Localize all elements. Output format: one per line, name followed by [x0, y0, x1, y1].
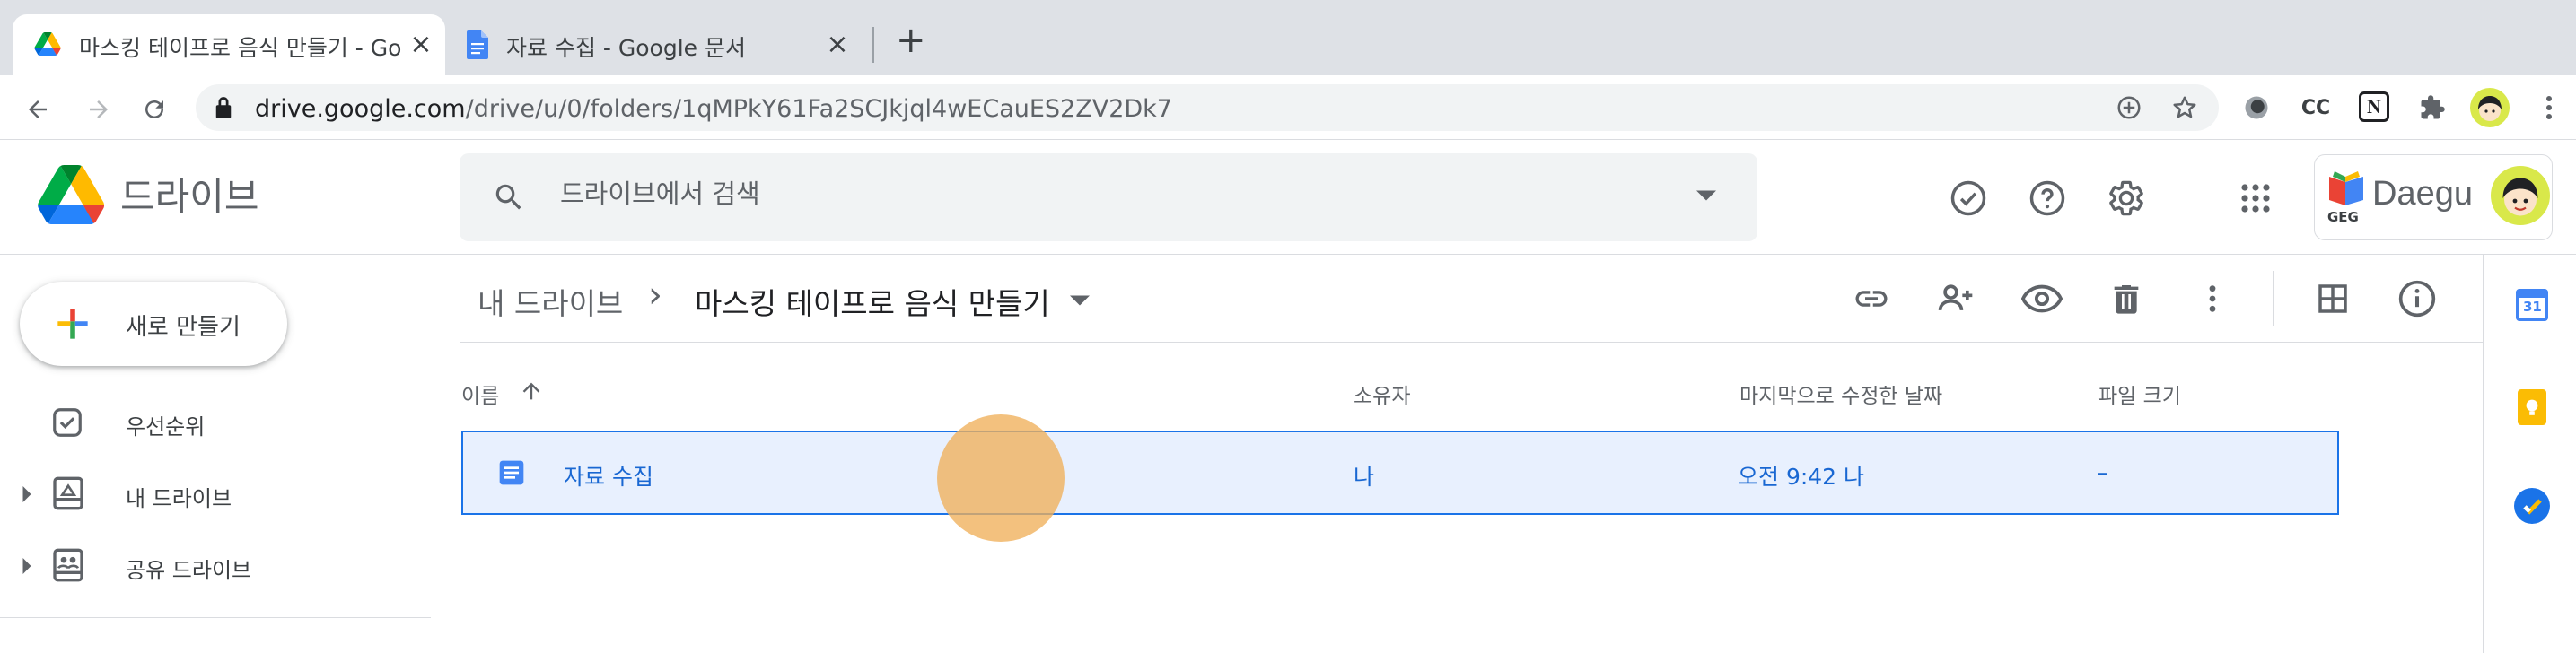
breadcrumb-root[interactable]: 내 드라이브: [478, 280, 623, 323]
drive-header: 드라이브 GEG Daegu: [0, 140, 2576, 255]
sidebar-item-label: 내 드라이브: [126, 486, 232, 511]
cursor-highlight: [937, 414, 1065, 542]
google-apps-grid-icon[interactable]: [2233, 176, 2278, 221]
shared-drives-icon: [50, 547, 86, 583]
file-name[interactable]: 자료 수집: [564, 459, 653, 492]
search-options-icon[interactable]: [1696, 189, 1716, 202]
calendar-day: 31: [2523, 299, 2542, 315]
google-docs-icon: [497, 457, 526, 488]
trash-icon[interactable]: [2104, 276, 2149, 321]
sidebar-item-label: 우선순위: [126, 414, 206, 440]
account-chip[interactable]: GEG Daegu: [2314, 154, 2553, 240]
browser-toolbar: drive.google.com/drive/u/0/folders/1qMPk…: [0, 75, 2576, 140]
search-input[interactable]: [560, 178, 1637, 209]
google-drive-logo[interactable]: [38, 165, 104, 224]
url-path: /drive/u/0/folders/1qMPkY61Fa2SCJkjql4wE…: [465, 95, 1172, 123]
file-list-header: 이름 소유자 마지막으로 수정한 날짜 파일 크기: [460, 359, 2484, 422]
sidebar-item-my-drive[interactable]: 내 드라이브: [0, 461, 422, 526]
sidebar-item-priority[interactable]: 우선순위: [0, 389, 422, 454]
extension-circle-icon[interactable]: [2239, 90, 2274, 126]
file-owner: 나: [1354, 464, 1375, 490]
column-header-name[interactable]: 이름: [461, 379, 499, 409]
close-tab-icon[interactable]: ×: [407, 29, 434, 60]
plus-icon: [50, 301, 95, 346]
breadcrumb: 내 드라이브 › 마스킹 테이프로 음식 만들기: [460, 255, 2484, 343]
browser-tab-strip: 마스킹 테이프로 음식 만들기 - Goog × 자료 수집 - Google …: [0, 0, 2576, 75]
google-docs-icon: [467, 30, 488, 59]
address-bar[interactable]: drive.google.com/drive/u/0/folders/1qMPk…: [196, 84, 2219, 131]
google-keep-icon[interactable]: [2518, 389, 2546, 425]
settings-gear-icon[interactable]: [2104, 176, 2149, 221]
back-icon[interactable]: [20, 91, 56, 127]
google-calendar-icon[interactable]: 31: [2516, 289, 2548, 321]
expand-arrow-icon[interactable]: [22, 558, 32, 574]
drive-brand-label: 드라이브: [120, 175, 259, 219]
priority-check-icon: [50, 405, 84, 440]
share-add-person-icon[interactable]: [1933, 276, 1978, 321]
browser-profile-avatar[interactable]: [2470, 88, 2510, 127]
close-tab-icon[interactable]: ×: [824, 29, 851, 60]
folder-menu-dropdown-icon[interactable]: [1070, 294, 1090, 307]
bookmark-star-icon[interactable]: [2169, 91, 2201, 124]
column-header-owner: 소유자: [1354, 385, 1411, 408]
url-text: drive.google.com/drive/u/0/folders/1qMPk…: [255, 95, 1172, 123]
extension-notion-icon[interactable]: N: [2359, 91, 2389, 122]
reload-icon[interactable]: [136, 91, 172, 127]
search-icon[interactable]: [492, 180, 526, 214]
help-icon[interactable]: [2025, 176, 2070, 221]
extensions-puzzle-icon[interactable]: [2414, 90, 2450, 126]
new-button[interactable]: 새로 만들기: [20, 282, 287, 366]
sort-ascending-arrow-icon[interactable]: [519, 379, 544, 404]
my-drive-icon: [50, 475, 86, 511]
new-tab-button[interactable]: +: [896, 20, 926, 61]
browser-menu-icon[interactable]: [2531, 90, 2567, 126]
expand-arrow-icon[interactable]: [22, 486, 32, 502]
browser-tab-docs[interactable]: 자료 수집 - Google 문서 ×: [454, 14, 867, 75]
extension-cc-icon[interactable]: CC: [2298, 90, 2334, 126]
ready-for-offline-icon[interactable]: [1946, 176, 1991, 221]
url-host: drive.google.com: [255, 95, 466, 123]
column-header-last-modified[interactable]: 마지막으로 수정한 날짜: [1739, 379, 1942, 409]
breadcrumb-current-folder[interactable]: 마스킹 테이프로 음식 만들기: [695, 280, 1050, 323]
geg-logo: GEG: [2326, 168, 2367, 225]
column-header-file-size[interactable]: 파일 크기: [2098, 379, 2181, 409]
new-button-label: 새로 만들기: [126, 314, 241, 341]
preview-eye-icon[interactable]: [2020, 276, 2064, 321]
tab-title: 마스킹 테이프로 음식 만들기 - Goog: [79, 35, 402, 61]
google-tasks-icon[interactable]: [2514, 488, 2550, 524]
breadcrumb-separator: ›: [648, 274, 662, 316]
file-size: –: [2097, 459, 2108, 485]
google-drive-icon: [34, 32, 61, 56]
details-info-icon[interactable]: [2395, 276, 2440, 321]
sidebar-divider: [0, 617, 431, 618]
forward-icon[interactable]: [81, 91, 117, 127]
calendar-top-bar: [2519, 292, 2545, 298]
get-link-icon[interactable]: [1849, 276, 1894, 321]
grid-view-icon[interactable]: [2310, 276, 2355, 321]
sidebar-item-label: 공유 드라이브: [126, 558, 252, 583]
geg-logo-label: GEG: [2327, 209, 2359, 225]
account-avatar[interactable]: [2491, 166, 2550, 225]
table-row[interactable]: 자료 수집 나 오전 9:42 나 –: [461, 431, 2339, 515]
toolbar-divider: [2273, 271, 2274, 326]
lock-icon: [214, 96, 233, 119]
browser-tab-drive-folder[interactable]: 마스킹 테이프로 음식 만들기 - Goog ×: [13, 14, 445, 75]
side-panel: 31: [2483, 255, 2576, 653]
more-actions-icon[interactable]: [2190, 276, 2235, 321]
tab-separator: [872, 27, 874, 63]
install-app-icon[interactable]: [2113, 91, 2145, 124]
tab-title: 자료 수집 - Google 문서: [506, 35, 746, 61]
org-name: Daegu: [2372, 175, 2473, 213]
file-last-modified: 오전 9:42 나: [1738, 464, 1865, 490]
search-bar[interactable]: [460, 153, 1757, 241]
sidebar-item-shared-drives[interactable]: 공유 드라이브: [0, 533, 422, 597]
